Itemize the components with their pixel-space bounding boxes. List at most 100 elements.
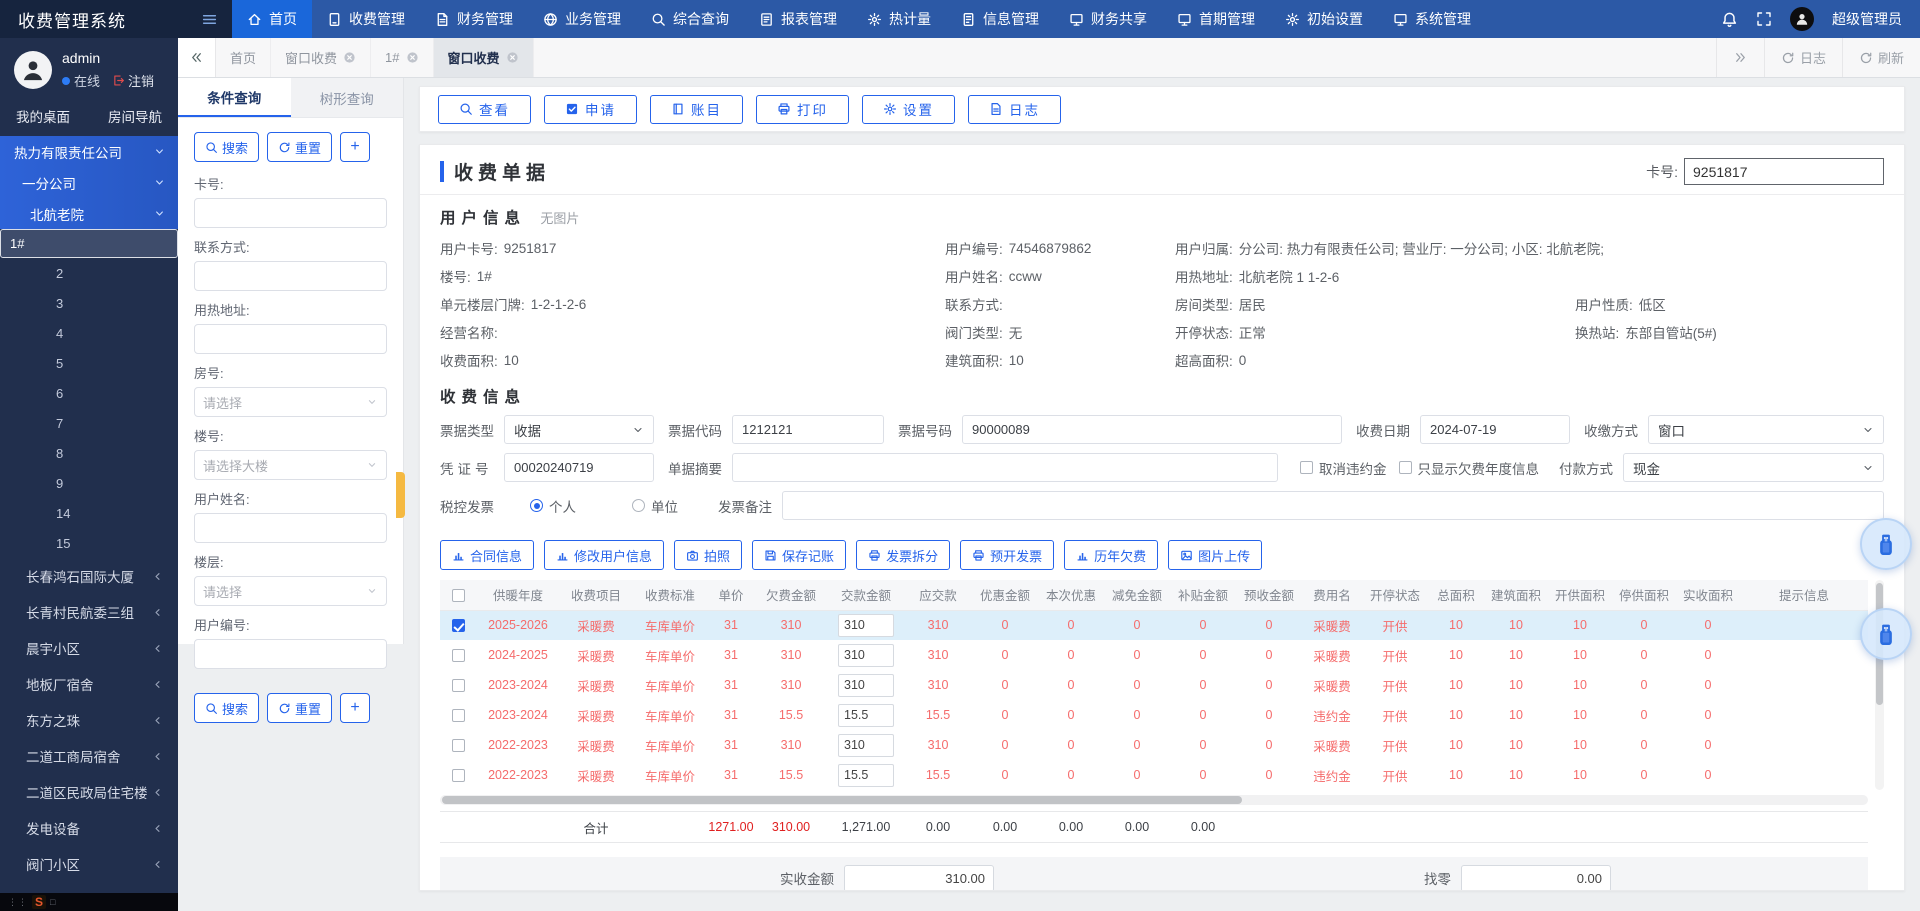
- 发票拆分-button[interactable]: 发票拆分: [856, 540, 950, 570]
- tree-item-发电设备[interactable]: 发电设备: [0, 810, 178, 846]
- topnav-item-收费管理[interactable]: 收费管理: [312, 0, 420, 38]
- radio-company[interactable]: 单位: [632, 496, 678, 516]
- logout-button[interactable]: 注销: [112, 71, 154, 90]
- tree-item-二道区民政局住宅楼[interactable]: 二道区民政局住宅楼: [0, 774, 178, 810]
- fullscreen-icon[interactable]: [1756, 11, 1772, 27]
- tab-1#[interactable]: 1#: [371, 38, 433, 77]
- tab-窗口收费[interactable]: 窗口收费: [271, 38, 371, 77]
- topnav-item-财务共享[interactable]: 财务共享: [1054, 0, 1162, 38]
- taskbar-app-icon[interactable]: S: [32, 895, 46, 909]
- filter-input-用热地址[interactable]: [194, 324, 387, 354]
- horizontal-scrollbar-thumb[interactable]: [442, 796, 1242, 804]
- row-checkbox[interactable]: [452, 709, 465, 722]
- usb-reader-float-button[interactable]: [1860, 518, 1912, 570]
- tree-item-晨宇小区[interactable]: 晨宇小区: [0, 630, 178, 666]
- topnav-item-系统管理[interactable]: 系统管理: [1378, 0, 1486, 38]
- sidebar-tab-desktop[interactable]: 我的桌面: [16, 106, 70, 126]
- username[interactable]: 超级管理员: [1832, 9, 1902, 29]
- receipt-type-select[interactable]: 收据: [504, 415, 654, 444]
- sidebar-tab-room-nav[interactable]: 房间导航: [108, 106, 162, 126]
- row-checkbox[interactable]: [452, 679, 465, 692]
- bell-icon[interactable]: [1721, 11, 1738, 28]
- tree-leaf-6[interactable]: 6: [0, 378, 178, 408]
- 打印-button[interactable]: 打印: [756, 95, 849, 124]
- collect-method-select[interactable]: 窗口: [1648, 415, 1884, 444]
- tree-leaf-8[interactable]: 8: [0, 438, 178, 468]
- 预开发票-button[interactable]: 预开发票: [960, 540, 1054, 570]
- horizontal-scrollbar[interactable]: [440, 795, 1868, 805]
- search-button[interactable]: 搜索: [194, 132, 259, 162]
- tree-leaf-3[interactable]: 3: [0, 288, 178, 318]
- hamburger-icon[interactable]: [201, 11, 218, 28]
- topnav-item-首期管理[interactable]: 首期管理: [1162, 0, 1270, 38]
- tree-leaf-2[interactable]: 2: [0, 258, 178, 288]
- add-condition-button[interactable]: +: [340, 132, 370, 162]
- filter-input-用户姓名[interactable]: [194, 513, 387, 543]
- tree-leaf-15[interactable]: 15: [0, 528, 178, 558]
- tree-item-地板厂宿舍[interactable]: 地板厂宿舍: [0, 666, 178, 702]
- filter-input-联系方式[interactable]: [194, 261, 387, 291]
- receipt-code-input[interactable]: [732, 415, 884, 444]
- 申请-button[interactable]: 申请: [544, 95, 637, 124]
- 拍照-button[interactable]: 拍照: [674, 540, 742, 570]
- radio-personal[interactable]: 个人: [530, 496, 576, 516]
- log-button[interactable]: 日志: [1764, 38, 1842, 77]
- tree-item-东方之珠[interactable]: 东方之珠: [0, 702, 178, 738]
- pay-amount-input[interactable]: [838, 614, 894, 637]
- topnav-item-报表管理[interactable]: 报表管理: [744, 0, 852, 38]
- pay-amount-input[interactable]: [838, 764, 894, 787]
- tree-leaf-5[interactable]: 5: [0, 348, 178, 378]
- panel-collapse-handle[interactable]: [396, 472, 405, 518]
- received-amount-input[interactable]: [844, 865, 994, 892]
- tree-group-热力有限责任公司[interactable]: 热力有限责任公司: [0, 136, 178, 167]
- tab-condition-query[interactable]: 条件查询: [178, 78, 291, 117]
- select-all-checkbox[interactable]: [452, 589, 465, 602]
- row-checkbox[interactable]: [452, 619, 465, 632]
- 保存记账-button[interactable]: 保存记账: [752, 540, 846, 570]
- row-checkbox[interactable]: [452, 739, 465, 752]
- topnav-item-综合查询[interactable]: 综合查询: [636, 0, 744, 38]
- invoice-remark-input[interactable]: [782, 491, 1884, 520]
- voucher-input[interactable]: [504, 453, 654, 482]
- pay-amount-input[interactable]: [838, 644, 894, 667]
- filter-input-用户编号[interactable]: [194, 639, 387, 669]
- 设置-button[interactable]: 设置: [862, 95, 955, 124]
- tree-item-长春鸿石国际大厦[interactable]: 长春鸿石国际大厦: [0, 558, 178, 594]
- pay-amount-input[interactable]: [838, 734, 894, 757]
- filter-select-楼层[interactable]: 请选择: [194, 576, 387, 606]
- tab-tree-query[interactable]: 树形查询: [291, 78, 404, 117]
- tree-item-阀门小区[interactable]: 阀门小区: [0, 846, 178, 882]
- 查看-button[interactable]: 查看: [438, 95, 531, 124]
- user-avatar[interactable]: [14, 51, 52, 89]
- 日志-button[interactable]: 日志: [968, 95, 1061, 124]
- reset-button[interactable]: 重置: [267, 693, 332, 723]
- tree-leaf-14[interactable]: 14: [0, 498, 178, 528]
- tree-leaf-1#[interactable]: 1#: [0, 229, 178, 258]
- 账目-button[interactable]: 账目: [650, 95, 743, 124]
- close-icon[interactable]: [506, 51, 519, 64]
- topnav-item-首页[interactable]: 首页: [232, 0, 312, 38]
- usb-reader-float-button[interactable]: [1860, 608, 1912, 660]
- tab-首页[interactable]: 首页: [216, 38, 271, 77]
- topnav-item-热计量[interactable]: 热计量: [852, 0, 946, 38]
- 合同信息-button[interactable]: 合同信息: [440, 540, 534, 570]
- 历年欠费-button[interactable]: 历年欠费: [1064, 540, 1158, 570]
- pay-method-select[interactable]: 现金: [1623, 453, 1884, 482]
- tree-group-北航老院[interactable]: 北航老院: [0, 198, 178, 229]
- receipt-no-input[interactable]: [962, 415, 1342, 444]
- fee-date-input[interactable]: [1420, 415, 1570, 444]
- change-input[interactable]: [1461, 865, 1611, 892]
- tree-leaf-9[interactable]: 9: [0, 468, 178, 498]
- tree-leaf-4[interactable]: 4: [0, 318, 178, 348]
- pay-amount-input[interactable]: [838, 704, 894, 727]
- pay-amount-input[interactable]: [838, 674, 894, 697]
- reset-button[interactable]: 重置: [267, 132, 332, 162]
- filter-select-楼号[interactable]: 请选择大楼: [194, 450, 387, 480]
- topnav-item-初始设置[interactable]: 初始设置: [1270, 0, 1378, 38]
- card-no-input[interactable]: [1684, 158, 1884, 185]
- close-icon[interactable]: [406, 51, 419, 64]
- cancel-penalty-checkbox[interactable]: 取消违约金: [1300, 458, 1387, 478]
- tabs-scroll-right-button[interactable]: [1716, 38, 1764, 77]
- topnav-item-业务管理[interactable]: 业务管理: [528, 0, 636, 38]
- filter-select-房号[interactable]: 请选择: [194, 387, 387, 417]
